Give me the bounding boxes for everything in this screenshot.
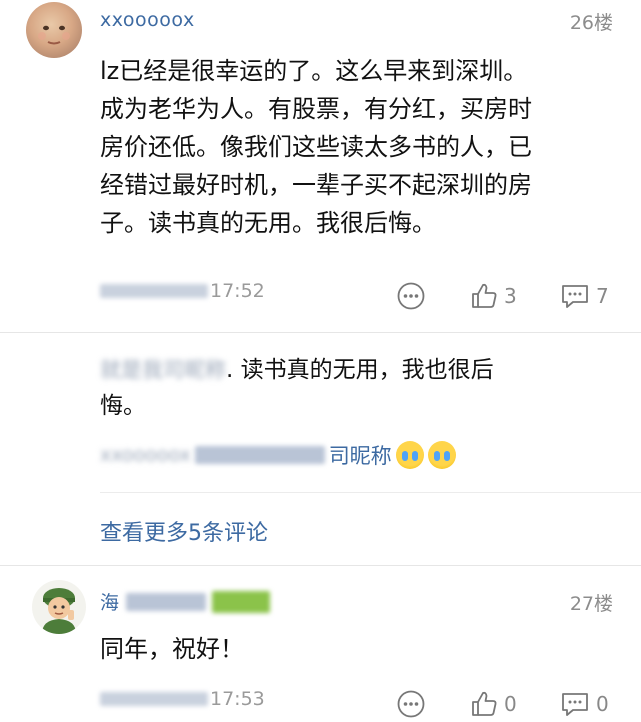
comment-timestamp: 17:53 bbox=[100, 688, 265, 710]
more-dots-icon[interactable] bbox=[397, 690, 425, 718]
blurred-badge bbox=[211, 590, 270, 613]
crying-emoji-icon bbox=[427, 441, 456, 469]
divider bbox=[100, 492, 641, 493]
comment-line: 子。读书真的无用。我很后悔。 bbox=[100, 209, 436, 237]
like-count: 0 bbox=[504, 692, 517, 716]
username-visible: 海 bbox=[100, 592, 120, 614]
like-count: 3 bbox=[504, 284, 517, 308]
comment-line: 房价还低。像我们这些读太多书的人，已 bbox=[100, 133, 532, 161]
comment-line: lz已经是很幸运的了。这么早来到深圳。 bbox=[100, 57, 528, 85]
floor-number: 26楼 bbox=[569, 12, 613, 34]
timestamp-visible: 17:53 bbox=[210, 688, 265, 710]
baby-avatar-icon bbox=[38, 25, 70, 45]
comment-line: 经错过最好时机，一辈子买不起深圳的房 bbox=[100, 171, 532, 199]
comment-timestamp: 17:52 bbox=[100, 280, 265, 302]
reply-count: 0 bbox=[596, 692, 609, 716]
comment-username[interactable]: 海 bbox=[100, 588, 270, 615]
divider bbox=[0, 332, 641, 333]
avatar[interactable] bbox=[32, 580, 86, 634]
comment-username[interactable]: xxooooox bbox=[100, 9, 195, 31]
comment-body: 同年，祝好！ bbox=[100, 635, 244, 663]
comment-bubble-icon bbox=[560, 690, 590, 718]
more-dots-icon[interactable] bbox=[397, 282, 425, 310]
like-button[interactable]: 3 bbox=[470, 282, 517, 310]
reply-count: 7 bbox=[596, 284, 609, 308]
like-button[interactable]: 0 bbox=[470, 690, 517, 718]
crying-emoji-icon bbox=[395, 441, 424, 469]
avatar[interactable] bbox=[26, 2, 82, 58]
comment-body: lz已经是很幸运的了。这么早来到深圳。 成为老华为人。有股票，有分红，买房时 房… bbox=[100, 52, 620, 242]
soldier-avatar-icon bbox=[42, 588, 76, 634]
divider bbox=[0, 565, 641, 566]
reply-line: 就是我司昵称 . 读书真的无用，我也很后 bbox=[100, 352, 600, 388]
reply-text-line2: 悔。 bbox=[100, 393, 146, 419]
timestamp-visible: 17:52 bbox=[210, 280, 265, 302]
blurred-date bbox=[100, 284, 208, 298]
thumbs-up-icon bbox=[470, 690, 498, 718]
view-more-comments-link[interactable]: 查看更多5条评论 bbox=[100, 515, 268, 547]
reply-button[interactable]: 7 bbox=[560, 282, 609, 310]
thumbs-up-icon bbox=[470, 282, 498, 310]
blurred-username bbox=[125, 592, 206, 611]
reply-button[interactable]: 0 bbox=[560, 690, 609, 718]
reply-meta: xxooooox 司昵称 bbox=[100, 440, 456, 470]
blurred-date bbox=[100, 692, 208, 706]
reply-meta-user: xxooooox bbox=[100, 444, 191, 466]
reply-body[interactable]: 就是我司昵称 . 读书真的无用，我也很后 悔。 bbox=[100, 352, 600, 424]
comment-bubble-icon bbox=[560, 282, 590, 310]
comment-line: 成为老华为人。有股票，有分红，买房时 bbox=[100, 95, 532, 123]
reply-text-line1: . 读书真的无用，我也很后 bbox=[226, 357, 494, 383]
floor-number: 27楼 bbox=[569, 593, 613, 615]
blurred-segment bbox=[194, 446, 325, 464]
reply-meta-suffix: 司昵称 bbox=[328, 444, 392, 468]
reply-author-blurred: 就是我司昵称 bbox=[100, 358, 226, 382]
